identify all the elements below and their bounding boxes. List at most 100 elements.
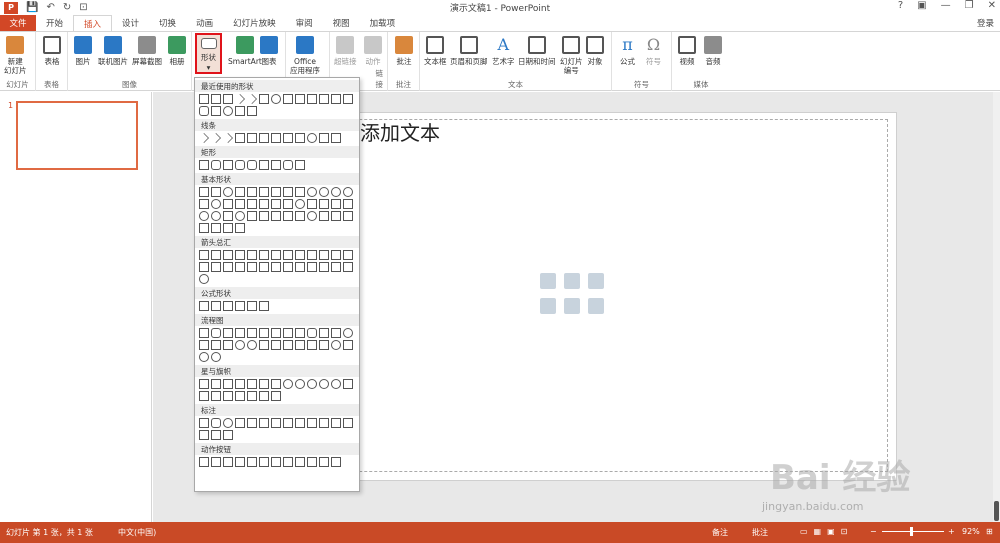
shape-item[interactable] [331,211,341,221]
shape-item[interactable] [295,340,305,350]
shape-item[interactable] [199,352,209,362]
comment-button[interactable]: 批注 [395,36,413,66]
shape-item[interactable] [271,94,281,104]
shape-item[interactable] [331,340,341,350]
save-icon[interactable]: 💾 [26,2,38,13]
shape-item[interactable] [199,457,209,467]
shape-item[interactable] [259,262,269,272]
album-button[interactable]: 相册 [168,36,186,66]
shape-item[interactable] [271,199,281,209]
shape-item[interactable] [199,430,209,440]
shape-item[interactable] [307,133,317,143]
shape-item[interactable] [283,94,293,104]
shape-item[interactable] [199,199,209,209]
shape-item[interactable] [247,133,257,143]
shape-item[interactable] [247,106,257,116]
shape-item[interactable] [223,430,233,440]
shape-item[interactable] [271,262,281,272]
shape-item[interactable] [307,250,317,260]
tab-review[interactable]: 审阅 [286,15,323,31]
shape-item[interactable] [259,418,269,428]
help-icon[interactable]: ? [898,0,903,11]
shape-item[interactable] [235,418,245,428]
insert-smartart-icon[interactable] [588,273,604,289]
shape-item[interactable] [259,340,269,350]
shape-item[interactable] [223,418,233,428]
shape-item[interactable] [319,211,329,221]
shape-item[interactable] [211,223,221,233]
shape-item[interactable] [199,106,209,116]
shape-item[interactable] [283,160,293,170]
online-picture-button[interactable]: 联机图片 [98,36,128,66]
shape-item[interactable] [259,160,269,170]
tab-addins[interactable]: 加载项 [360,15,406,31]
shape-item[interactable] [223,250,233,260]
shape-item[interactable] [211,379,221,389]
wordart-button[interactable]: A 艺术字 [492,36,515,67]
shape-item[interactable] [319,457,329,467]
shape-item[interactable] [319,133,329,143]
tab-transitions[interactable]: 切换 [149,15,186,31]
shape-item[interactable] [199,328,209,338]
insert-chart-icon[interactable] [564,273,580,289]
shape-item[interactable] [307,457,317,467]
shape-item[interactable] [319,340,329,350]
shape-item[interactable] [307,262,317,272]
shape-item[interactable] [331,250,341,260]
table-button[interactable]: 表格 [43,36,61,66]
shape-item[interactable] [235,160,245,170]
office-apps-button[interactable]: Office 应用程序 [290,36,320,75]
shape-item[interactable] [259,250,269,260]
shape-item[interactable] [271,379,281,389]
shape-item[interactable] [223,301,233,311]
shape-item[interactable] [223,160,233,170]
shape-item[interactable] [247,250,257,260]
zoom-slider-handle[interactable] [910,527,913,536]
shape-item[interactable] [295,187,305,197]
shape-item[interactable] [283,328,293,338]
shape-item[interactable] [343,328,353,338]
shape-item[interactable] [331,94,341,104]
shape-item[interactable] [223,340,233,350]
shape-item[interactable] [199,94,209,104]
shape-item[interactable] [211,106,221,116]
shape-item[interactable] [211,328,221,338]
shape-item[interactable] [235,379,245,389]
shape-item[interactable] [343,94,353,104]
shape-item[interactable] [271,160,281,170]
shape-item[interactable] [295,250,305,260]
shape-item[interactable] [199,379,209,389]
login-link[interactable]: 登录 [977,17,994,29]
shape-item[interactable] [199,187,209,197]
shape-item[interactable] [283,457,293,467]
shape-item[interactable] [235,262,245,272]
action-button[interactable]: 动作 [364,36,382,66]
shape-item[interactable] [199,133,209,143]
shape-item[interactable] [235,250,245,260]
minimize-icon[interactable]: — [941,0,951,11]
smartart-button[interactable]: SmartArt [228,36,262,66]
shape-item[interactable] [259,379,269,389]
view-buttons[interactable]: ▭▦▣⊡ [800,527,853,536]
chart-button[interactable]: 图表 [260,36,278,66]
shape-item[interactable] [235,106,245,116]
shape-item[interactable] [295,328,305,338]
shape-item[interactable] [331,418,341,428]
tab-slideshow[interactable]: 幻灯片放映 [223,15,286,31]
shape-item[interactable] [235,328,245,338]
slide-thumbnail[interactable] [16,101,138,170]
placeholder-text[interactable]: 添加文本 [360,117,440,146]
shape-item[interactable] [319,94,329,104]
shape-item[interactable] [223,328,233,338]
shape-item[interactable] [247,418,257,428]
shape-item[interactable] [223,187,233,197]
shape-item[interactable] [211,160,221,170]
shape-item[interactable] [295,94,305,104]
shape-item[interactable] [211,301,221,311]
shape-item[interactable] [295,379,305,389]
shape-item[interactable] [199,340,209,350]
shape-item[interactable] [307,199,317,209]
shape-item[interactable] [295,133,305,143]
shape-item[interactable] [235,340,245,350]
datetime-button[interactable]: 日期和时间 [518,36,556,66]
